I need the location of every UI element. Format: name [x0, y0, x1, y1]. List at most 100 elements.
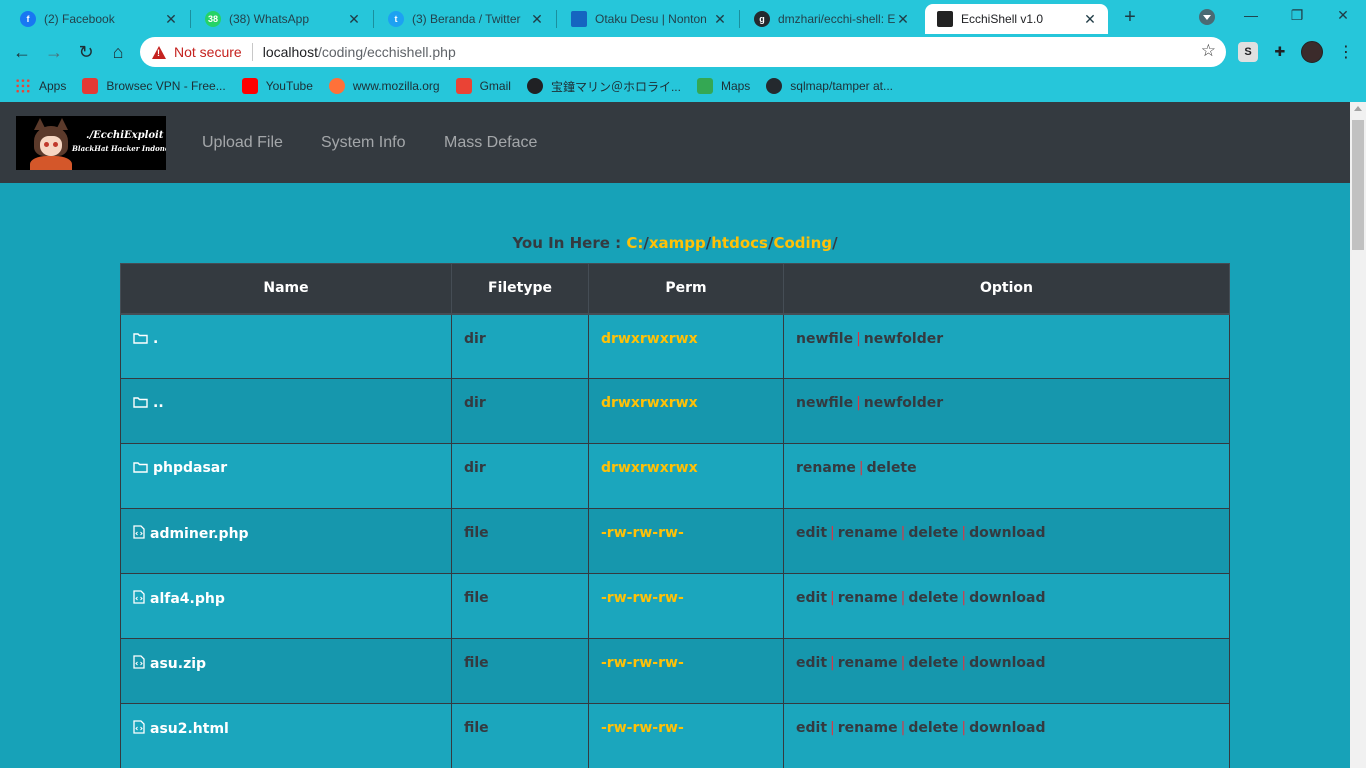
- back-button[interactable]: ←: [10, 40, 34, 64]
- nav-upload-file[interactable]: Upload File: [202, 134, 283, 152]
- file-perm[interactable]: -rw-rw-rw-: [588, 573, 784, 639]
- minimize-button[interactable]: —: [1228, 0, 1274, 30]
- file-perm[interactable]: -rw-rw-rw-: [588, 508, 784, 574]
- option-edit[interactable]: edit: [796, 590, 827, 606]
- path-segment[interactable]: C:: [626, 234, 643, 252]
- option-rename[interactable]: rename: [796, 460, 856, 476]
- bookmark-item[interactable]: Gmail: [455, 78, 511, 94]
- path-segment[interactable]: xampp: [649, 234, 706, 252]
- option-rename[interactable]: rename: [838, 655, 898, 671]
- file-name[interactable]: phpdasar: [153, 460, 227, 476]
- option-rename[interactable]: rename: [838, 525, 898, 541]
- close-tab-icon[interactable]: ✕: [712, 11, 728, 28]
- forward-button[interactable]: →: [42, 40, 66, 64]
- file-perm[interactable]: drwxrwxrwx: [588, 378, 784, 444]
- home-button[interactable]: ⌂: [106, 40, 130, 64]
- extensions-puzzle-icon[interactable]: ✚: [1270, 42, 1290, 62]
- option-delete[interactable]: delete: [908, 655, 958, 671]
- bookmark-item[interactable]: YouTube: [241, 78, 313, 94]
- security-label[interactable]: Not secure: [174, 44, 242, 60]
- file-name[interactable]: alfa4.php: [150, 591, 225, 607]
- browser-tab[interactable]: Otaku Desu | Nonton ✕: [559, 4, 738, 34]
- table-row: alfa4.php file -rw-rw-rw-edit | rename | delet…: [120, 573, 1230, 639]
- vertical-scrollbar[interactable]: [1350, 102, 1366, 768]
- path-segment[interactable]: htdocs: [711, 234, 768, 252]
- maximize-button[interactable]: ❐: [1274, 0, 1320, 30]
- option-download[interactable]: download: [969, 590, 1045, 606]
- bookmark-item[interactable]: 宝鐘マリン＠ホロライ...: [526, 78, 681, 95]
- ecchiexploit-logo[interactable]: ./EcchiExploit BlackHat Hacker Indonesia: [16, 116, 166, 170]
- option-newfile[interactable]: newfile: [796, 395, 853, 411]
- scrollbar-thumb[interactable]: [1352, 120, 1364, 250]
- option-download[interactable]: download: [969, 655, 1045, 671]
- close-tab-icon[interactable]: ✕: [346, 11, 362, 28]
- file-name-cell[interactable]: phpdasar: [120, 443, 452, 509]
- option-download[interactable]: download: [969, 720, 1045, 736]
- bookmark-item[interactable]: Browsec VPN - Free...: [82, 78, 226, 94]
- option-edit[interactable]: edit: [796, 655, 827, 671]
- close-window-button[interactable]: ✕: [1320, 0, 1366, 30]
- close-tab-icon[interactable]: ✕: [529, 11, 545, 28]
- file-name[interactable]: adminer.php: [150, 526, 249, 542]
- option-newfolder[interactable]: newfolder: [864, 331, 943, 347]
- scroll-up-arrow-icon[interactable]: [1354, 106, 1362, 111]
- file-name[interactable]: asu.zip: [150, 656, 206, 672]
- address-bar[interactable]: ! Not secure localhost/coding/ecchishell…: [140, 37, 1226, 67]
- url-host: localhost: [262, 44, 318, 60]
- option-edit[interactable]: edit: [796, 720, 827, 736]
- tab-search-icon[interactable]: [1199, 9, 1215, 25]
- chrome-menu-icon[interactable]: ⋮: [1338, 42, 1354, 62]
- table-row: asu.zip file -rw-rw-rw-edit | rename | delete |…: [120, 638, 1230, 704]
- file-name-cell[interactable]: adminer.php: [120, 508, 452, 574]
- option-delete[interactable]: delete: [908, 720, 958, 736]
- path-segment[interactable]: Coding: [773, 234, 832, 252]
- option-download[interactable]: download: [969, 525, 1045, 541]
- bookmark-item[interactable]: Maps: [696, 78, 750, 94]
- file-name-cell[interactable]: ..: [120, 378, 452, 444]
- browser-tab[interactable]: EcchiShell v1.0 ✕: [925, 4, 1108, 34]
- bookmark-star-icon[interactable]: ☆: [1201, 41, 1216, 61]
- file-name-cell[interactable]: asu.zip: [120, 638, 452, 704]
- option-separator: |: [830, 720, 835, 736]
- close-tab-icon[interactable]: ✕: [1082, 11, 1098, 28]
- option-rename[interactable]: rename: [838, 720, 898, 736]
- bookmark-label: Browsec VPN - Free...: [106, 79, 226, 93]
- file-perm[interactable]: drwxrwxrwx: [588, 313, 784, 379]
- s-extension-icon[interactable]: S: [1238, 42, 1258, 62]
- file-name-cell[interactable]: .: [120, 313, 452, 379]
- browser-tab[interactable]: 38 (38) WhatsApp ✕: [193, 4, 372, 34]
- browser-tab[interactable]: f (2) Facebook ✕: [8, 4, 189, 34]
- close-tab-icon[interactable]: ✕: [163, 11, 179, 28]
- profile-avatar[interactable]: [1301, 41, 1323, 63]
- new-tab-button[interactable]: +: [1118, 6, 1142, 30]
- option-newfile[interactable]: newfile: [796, 331, 853, 347]
- file-name[interactable]: asu2.html: [150, 721, 229, 737]
- browser-tab[interactable]: g dmzhari/ecchi-shell: Ec ✕: [742, 4, 921, 34]
- file-name-cell[interactable]: alfa4.php: [120, 573, 452, 639]
- option-delete[interactable]: delete: [867, 460, 917, 476]
- option-delete[interactable]: delete: [908, 525, 958, 541]
- file-perm[interactable]: drwxrwxrwx: [588, 443, 784, 509]
- file-perm[interactable]: -rw-rw-rw-: [588, 703, 784, 768]
- bookmark-item[interactable]: Apps: [15, 78, 66, 94]
- file-perm[interactable]: -rw-rw-rw-: [588, 638, 784, 704]
- option-newfolder[interactable]: newfolder: [864, 395, 943, 411]
- browser-tab[interactable]: t (3) Beranda / Twitter ✕: [376, 4, 555, 34]
- file-name[interactable]: ..: [153, 395, 164, 411]
- warning-icon[interactable]: !: [152, 45, 166, 59]
- nav-mass-deface[interactable]: Mass Deface: [444, 134, 537, 152]
- twitter-icon: t: [388, 11, 404, 27]
- file-name[interactable]: .: [153, 331, 158, 347]
- option-separator: |: [900, 655, 906, 671]
- file-type: file: [451, 703, 589, 768]
- option-delete[interactable]: delete: [908, 590, 958, 606]
- bookmark-item[interactable]: www.mozilla.org: [328, 78, 440, 94]
- file-name-cell[interactable]: asu2.html: [120, 703, 452, 768]
- bookmark-item[interactable]: sqlmap/tamper at...: [766, 78, 893, 94]
- close-tab-icon[interactable]: ✕: [895, 11, 911, 28]
- reload-button[interactable]: ↻: [74, 40, 98, 64]
- option-rename[interactable]: rename: [838, 590, 898, 606]
- site-navbar: ./EcchiExploit BlackHat Hacker Indonesia…: [0, 102, 1350, 183]
- nav-system-info[interactable]: System Info: [321, 134, 405, 152]
- option-edit[interactable]: edit: [796, 525, 827, 541]
